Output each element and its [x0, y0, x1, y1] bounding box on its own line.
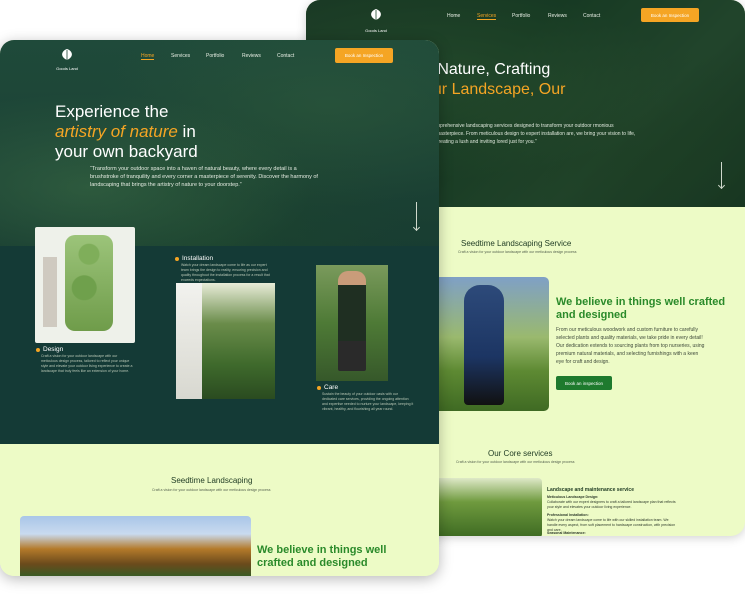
bullet-dot-icon	[175, 256, 179, 261]
hero-title-line1: g Nature, Crafting	[424, 61, 551, 78]
back-section-title: Seedtime Landscaping Service	[461, 239, 572, 248]
design-step-label: Design	[36, 346, 63, 353]
core-services-title: Our Core services	[488, 449, 553, 458]
front-crafted-heading: We believe in things well crafted and de…	[257, 544, 387, 569]
service-title: Landscape and maintenance service	[547, 487, 634, 493]
hero-title-line3: .”	[424, 100, 565, 120]
front-nav-contact[interactable]: Contact	[277, 53, 294, 59]
back-nav-services[interactable]: Services	[477, 13, 497, 20]
design-step-text: Craft a vision for your outdoor landscap…	[41, 354, 133, 373]
back-hero-text: mprehensive landscaping services designe…	[436, 123, 636, 145]
care-step-label: Care	[317, 384, 338, 391]
logo-text: Goods Land	[56, 66, 78, 71]
front-nav-reviews[interactable]: Reviews	[242, 53, 261, 59]
installation-step-text: Watch your dream landscape come to life …	[181, 263, 270, 282]
back-nav-home[interactable]: Home	[447, 13, 460, 19]
back-nav-contact[interactable]: Contact	[583, 13, 600, 19]
bullet-dot-icon	[36, 347, 40, 352]
care-label-text: Care	[324, 384, 339, 391]
hero-title-line2-rest: in	[177, 122, 196, 141]
hero-title-line1: Experience the	[55, 102, 169, 121]
front-section-title: Seedtime Landscaping	[171, 476, 253, 485]
front-logo[interactable]: Goods Land	[56, 48, 78, 71]
service-item-title: Meticulous Landscape Design:	[547, 495, 599, 499]
care-step-text: Sustain the beauty of your outdoor oasis…	[322, 392, 414, 411]
back-nav-portfolio[interactable]: Portfolio	[512, 13, 530, 19]
service-item: Meticulous Landscape Design: Collaborate…	[547, 495, 677, 510]
scroll-down-icon[interactable]	[721, 162, 722, 188]
front-nav-home[interactable]: Home	[141, 53, 155, 60]
design-label-text: Design	[43, 346, 64, 353]
service-item-text: Watch your dream landscape come to life …	[547, 518, 676, 532]
back-logo[interactable]: Goods Land	[364, 8, 388, 33]
installation-label-text: Installation	[182, 255, 214, 262]
courtyard-plants-image	[176, 283, 275, 399]
front-nav-services[interactable]: Services	[171, 53, 190, 59]
core-services-subtitle: Craft a vision for your outdoor landscap…	[456, 460, 575, 464]
service-item-text: Collaborate with our expert designers to…	[547, 500, 676, 509]
hero-title-gold: our Landscape, Our	[424, 81, 566, 98]
landscape-plan-image	[35, 227, 135, 343]
bullet-dot-icon	[317, 385, 321, 390]
back-nav-reviews[interactable]: Reviews	[548, 13, 567, 19]
showcase-stage: Goods Land Home Services Portfolio Revie…	[0, 0, 745, 603]
back-crafted-heading: We believe in things well crafted and de…	[556, 296, 726, 321]
autumn-trees-photo	[20, 516, 251, 576]
back-section-subtitle: Craft a vision for your outdoor landscap…	[458, 250, 577, 254]
leaf-logo-icon	[371, 9, 381, 20]
back-book-inspection-button[interactable]: Book an Inspection	[641, 8, 699, 22]
logo-text: Goods Land	[365, 28, 387, 33]
front-hero-quote: “Transform your outdoor space into a hav…	[90, 166, 318, 188]
back-crafted-paragraph: From our meticulous woodwork and custom …	[556, 327, 705, 365]
installation-step-label: Installation	[175, 255, 213, 262]
front-nav-portfolio[interactable]: Portfolio	[206, 53, 224, 59]
book-inspection-button[interactable]: Book an inspection	[556, 376, 612, 390]
back-hero-title: g Nature, Crafting our Landscape, Our .”	[424, 60, 565, 120]
front-book-inspection-button[interactable]: Book an Inspection	[335, 48, 393, 63]
scroll-down-icon[interactable]	[416, 202, 417, 230]
hero-title-line3: your own backyard	[55, 142, 198, 161]
hero-title-gold: artistry of nature	[55, 122, 178, 141]
front-hero-title: Experience the artistry of nature in you…	[55, 102, 198, 162]
service-item: Seasonal Maintenance:	[547, 531, 677, 536]
front-section-subtitle: Craft a vision for your outdoor landscap…	[152, 488, 271, 492]
service-item: Professional Installation: Watch your dr…	[547, 513, 677, 533]
leaf-logo-icon	[62, 49, 72, 60]
man-mowing-image	[316, 265, 388, 381]
garden-trees-photo	[426, 478, 542, 536]
front-page-card: Goods Land Home Services Portfolio Revie…	[0, 40, 439, 576]
service-item-title: Professional Installation:	[547, 513, 589, 517]
service-item-title: Seasonal Maintenance:	[547, 531, 586, 535]
